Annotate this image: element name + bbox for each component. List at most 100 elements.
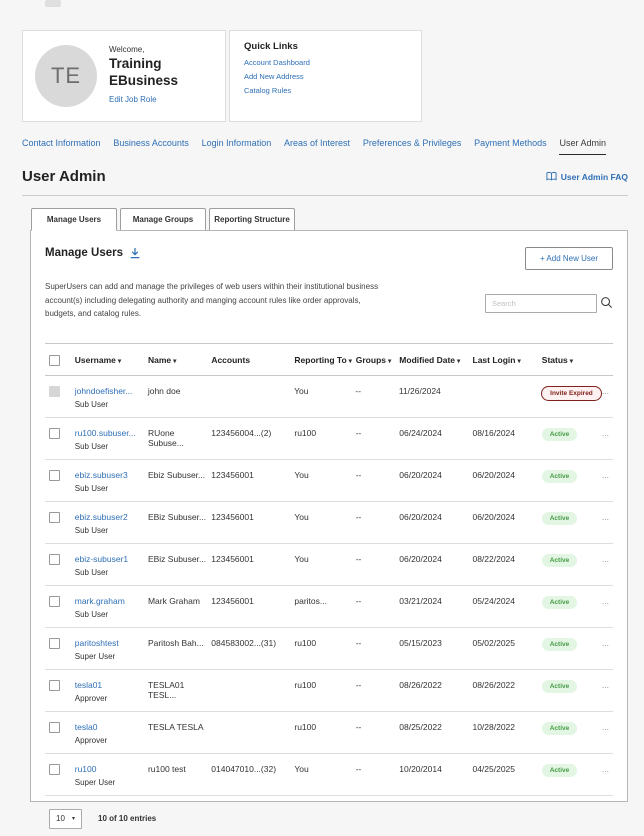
- sort-caret-icon: ▾: [457, 358, 460, 365]
- entries-count: 10 of 10 entries: [98, 814, 156, 823]
- status-badge: Active: [542, 554, 578, 567]
- row-actions-menu[interactable]: ...: [597, 386, 613, 396]
- select-all-checkbox[interactable]: [49, 355, 60, 366]
- nav-item-user-admin[interactable]: User Admin: [559, 138, 606, 155]
- sort-caret-icon: ▾: [173, 358, 176, 365]
- accounts-cell: 123456001: [211, 512, 294, 522]
- quick-link-catalog-rules[interactable]: Catalog Rules: [244, 86, 407, 95]
- table-row: tesla0ApproverTESLA TESLAru100--08/25/20…: [45, 712, 613, 754]
- column-header-reporting-to[interactable]: Reporting To▾: [294, 355, 355, 365]
- username-link[interactable]: tesla01: [75, 680, 144, 690]
- row-checkbox[interactable]: [49, 596, 60, 607]
- page-top-artifact: [45, 0, 61, 7]
- row-actions-menu[interactable]: ...: [597, 638, 613, 648]
- last-login-cell: 05/02/2025: [472, 638, 541, 648]
- username-link[interactable]: mark.graham: [75, 596, 144, 606]
- user-role-label: Sub User: [75, 442, 144, 451]
- table-row: johndoefisher...Sub Userjohn doeYou--11/…: [45, 376, 613, 418]
- accounts-cell: 123456001: [211, 596, 294, 606]
- groups-cell: --: [356, 596, 400, 606]
- edit-job-role-link[interactable]: Edit Job Role: [109, 95, 157, 104]
- last-login-cell: 06/20/2024: [472, 512, 541, 522]
- chevron-down-icon: ▾: [72, 815, 75, 822]
- row-checkbox[interactable]: [49, 512, 60, 523]
- row-actions-menu[interactable]: ...: [597, 722, 613, 732]
- row-actions-menu[interactable]: ...: [597, 470, 613, 480]
- username-link[interactable]: ebiz.subuser3: [75, 470, 144, 480]
- tab-manage-groups[interactable]: Manage Groups: [120, 208, 206, 231]
- accounts-cell: 123456001: [211, 554, 294, 564]
- sort-caret-icon: ▾: [570, 358, 573, 365]
- reporting-to-cell: ru100: [294, 680, 355, 690]
- table-row: ebiz.subuser3Sub UserEbiz Subuser...1234…: [45, 460, 613, 502]
- row-checkbox[interactable]: [49, 428, 60, 439]
- username-link[interactable]: ru100: [75, 764, 144, 774]
- status-badge: Active: [542, 722, 578, 735]
- profile-card: TE Welcome, Training EBusiness Edit Job …: [22, 30, 226, 122]
- row-checkbox[interactable]: [49, 470, 60, 481]
- header: TE Welcome, Training EBusiness Edit Job …: [22, 30, 422, 122]
- page-size-select[interactable]: 10 ▾: [49, 809, 82, 829]
- manage-users-panel: Manage Users + Add New User SuperUsers c…: [30, 230, 628, 802]
- search-icon[interactable]: [600, 296, 613, 314]
- modified-date-cell: 05/15/2023: [399, 638, 472, 648]
- tab-manage-users[interactable]: Manage Users: [31, 208, 117, 231]
- row-checkbox[interactable]: [49, 764, 60, 775]
- user-role-label: Sub User: [75, 526, 144, 535]
- sort-caret-icon: ▾: [118, 358, 121, 365]
- row-actions-menu[interactable]: ...: [597, 596, 613, 606]
- column-header-username[interactable]: Username▾: [75, 355, 148, 365]
- row-checkbox[interactable]: [49, 680, 60, 691]
- user-role-label: Sub User: [75, 610, 144, 619]
- add-new-user-button[interactable]: + Add New User: [525, 247, 613, 270]
- row-checkbox[interactable]: [49, 722, 60, 733]
- welcome-label: Welcome,: [109, 45, 178, 54]
- column-header-groups[interactable]: Groups▾: [356, 355, 400, 365]
- table-row: ru100.subuser...Sub UserRUone Subuse...1…: [45, 418, 613, 460]
- row-actions-menu[interactable]: ...: [597, 680, 613, 690]
- download-icon[interactable]: [129, 247, 141, 259]
- column-header-status[interactable]: Status▾: [542, 355, 597, 365]
- username-link[interactable]: johndoefisher...: [75, 386, 144, 396]
- status-badge: Active: [542, 512, 578, 525]
- column-header-name[interactable]: Name▾: [148, 355, 211, 365]
- nav-item-login-information[interactable]: Login Information: [202, 138, 272, 154]
- nav-item-business-accounts[interactable]: Business Accounts: [113, 138, 189, 154]
- username-link[interactable]: paritoshtest: [75, 638, 144, 648]
- username-link[interactable]: ebiz-subuser1: [75, 554, 144, 564]
- tab-reporting-structure[interactable]: Reporting Structure: [209, 208, 295, 231]
- last-login-cell: 05/24/2024: [472, 596, 541, 606]
- status-badge: Active: [542, 428, 578, 441]
- row-checkbox[interactable]: [49, 554, 60, 565]
- user-role-label: Super User: [75, 778, 144, 787]
- nav-item-areas-of-interest[interactable]: Areas of Interest: [284, 138, 350, 154]
- nav-item-preferences-privileges[interactable]: Preferences & Privileges: [363, 138, 462, 154]
- row-actions-menu[interactable]: ...: [597, 428, 613, 438]
- row-actions-menu[interactable]: ...: [597, 512, 613, 522]
- row-checkbox[interactable]: [49, 638, 60, 649]
- last-login-cell: 06/20/2024: [472, 470, 541, 480]
- user-role-label: Sub User: [75, 400, 144, 409]
- quick-link-account-dashboard[interactable]: Account Dashboard: [244, 58, 407, 67]
- user-admin-faq-link[interactable]: User Admin FAQ: [546, 171, 628, 182]
- column-header-last-login[interactable]: Last Login▾: [473, 355, 542, 365]
- username-link[interactable]: ebiz.subuser2: [75, 512, 144, 522]
- search-input[interactable]: [485, 294, 597, 313]
- table-footer: 10 ▾ 10 of 10 entries: [45, 796, 613, 829]
- modified-date-cell: 03/21/2024: [399, 596, 472, 606]
- name-cell: john doe: [148, 386, 211, 396]
- name-cell: Mark Graham: [148, 596, 211, 606]
- row-actions-menu[interactable]: ...: [597, 764, 613, 774]
- accounts-cell: 014047010...(32): [211, 764, 294, 774]
- username-link[interactable]: ru100.subuser...: [75, 428, 144, 438]
- nav-item-payment-methods[interactable]: Payment Methods: [474, 138, 547, 154]
- groups-cell: --: [356, 428, 400, 438]
- modified-date-cell: 08/25/2022: [399, 722, 472, 732]
- quick-link-add-new-address[interactable]: Add New Address: [244, 72, 407, 81]
- groups-cell: --: [356, 680, 400, 690]
- column-header-modified-date[interactable]: Modified Date▾: [399, 355, 472, 365]
- nav-item-contact-information[interactable]: Contact Information: [22, 138, 101, 154]
- status-badge: Active: [542, 596, 578, 609]
- row-actions-menu[interactable]: ...: [597, 554, 613, 564]
- username-link[interactable]: tesla0: [75, 722, 144, 732]
